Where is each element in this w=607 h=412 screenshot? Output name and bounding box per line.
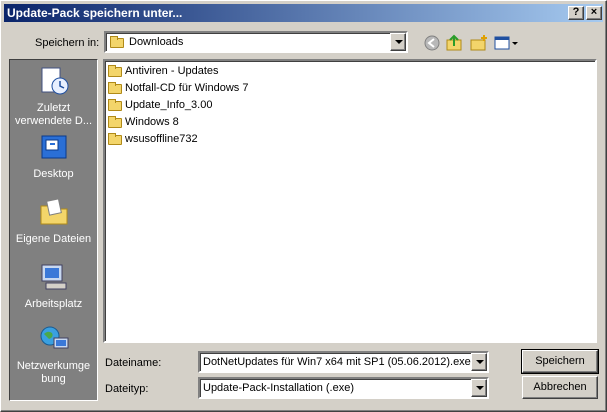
location-value: Downloads xyxy=(129,36,184,48)
close-button[interactable]: × xyxy=(586,6,602,20)
file-name: wsusoffline732 xyxy=(125,133,198,145)
filetype-value: Update-Pack-Installation (.exe) xyxy=(203,382,355,394)
save-dialog: Update-Pack speichern unter... ? × Speic… xyxy=(0,0,607,412)
my-computer-icon xyxy=(41,264,66,290)
recent-documents-icon xyxy=(41,67,68,95)
places-bar: Zuletzt verwendete D... Desktop Eigene D… xyxy=(9,59,98,401)
my-documents-icon xyxy=(40,198,67,225)
title-bar[interactable]: Update-Pack speichern unter... ? × xyxy=(4,4,603,22)
file-name: Update_Info_3.00 xyxy=(125,99,213,111)
save-in-label: Speichern in: xyxy=(35,37,100,49)
filetype-dropdown-button[interactable] xyxy=(471,379,487,397)
filename-input[interactable]: DotNetUpdates für Win7 x64 mit SP1 (05.0… xyxy=(198,351,489,373)
place-label: Eigene Dateien xyxy=(15,233,92,245)
cancel-button[interactable]: Abbrechen xyxy=(522,376,598,399)
help-button[interactable]: ? xyxy=(568,6,584,20)
file-name: Antiviren - Updates xyxy=(125,65,219,77)
filetype-label: Dateityp: xyxy=(105,383,149,395)
place-label: Desktop xyxy=(33,168,74,180)
view-menu-icon[interactable] xyxy=(493,34,519,52)
place-my-computer[interactable]: Arbeitsplatz xyxy=(10,262,97,311)
new-folder-icon[interactable] xyxy=(469,34,489,52)
save-button[interactable]: Speichern xyxy=(521,349,599,374)
up-folder-icon[interactable] xyxy=(445,34,465,52)
place-my-documents[interactable]: Eigene Dateien xyxy=(10,197,97,246)
filetype-select[interactable]: Update-Pack-Installation (.exe) xyxy=(198,377,489,399)
place-label: Zuletzt verwendete D... xyxy=(14,102,93,127)
folder-icon xyxy=(108,65,122,77)
folder-icon xyxy=(108,99,122,111)
window-title: Update-Pack speichern unter... xyxy=(7,6,183,20)
filename-label: Dateiname: xyxy=(105,357,162,369)
folder-icon xyxy=(108,133,122,145)
place-recent[interactable]: Zuletzt verwendete D... xyxy=(10,66,97,128)
file-name: Windows 8 xyxy=(125,116,179,128)
place-label: Netzwerkumge bung xyxy=(16,360,91,385)
desktop-icon xyxy=(41,135,66,159)
filename-dropdown-button[interactable] xyxy=(471,353,487,371)
file-name: Notfall-CD für Windows 7 xyxy=(125,82,249,94)
place-label: Arbeitsplatz xyxy=(24,298,83,310)
folder-icon xyxy=(110,36,124,48)
folder-icon xyxy=(108,116,122,128)
place-desktop[interactable]: Desktop xyxy=(10,132,97,181)
location-dropdown-button[interactable] xyxy=(390,33,406,51)
place-network[interactable]: Netzwerkumge bung xyxy=(10,324,97,386)
folder-icon xyxy=(108,82,122,94)
file-list[interactable]: Antiviren - Updates Notfall-CD für Windo… xyxy=(103,59,597,343)
network-icon xyxy=(40,326,68,349)
back-icon[interactable] xyxy=(422,34,442,52)
location-combo[interactable]: Downloads xyxy=(104,31,408,53)
filename-value: DotNetUpdates für Win7 x64 mit SP1 (05.0… xyxy=(203,356,471,368)
